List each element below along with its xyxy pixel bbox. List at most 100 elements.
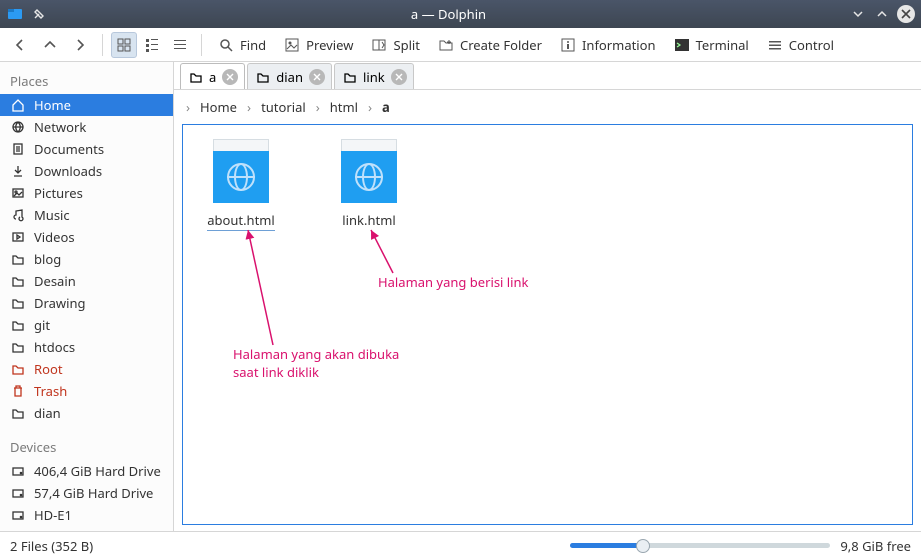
sidebar-item-label: Desain (34, 272, 76, 290)
split-button[interactable]: Split (363, 32, 428, 58)
sidebar-device-item[interactable]: 406,4 GiB Hard Drive (0, 460, 173, 482)
tab-link[interactable]: link (334, 63, 414, 89)
file-name: about.html (207, 211, 275, 231)
status-bar: 2 Files (352 B) 9,8 GiB free (0, 531, 921, 559)
hamburger-icon (767, 37, 783, 53)
sidebar-item-root[interactable]: Root (0, 358, 173, 380)
sidebar-item-htdocs[interactable]: htdocs (0, 336, 173, 358)
split-icon (371, 37, 387, 53)
sidebar-item-documents[interactable]: Documents (0, 138, 173, 160)
sidebar-item-home[interactable]: Home (0, 94, 173, 116)
sidebar-item-music[interactable]: Music (0, 204, 173, 226)
file-item[interactable]: about.html (197, 139, 285, 231)
preview-button[interactable]: Preview (276, 32, 361, 58)
sidebar-device-item[interactable]: 57,4 GiB Hard Drive (0, 482, 173, 504)
maximize-button[interactable] (873, 5, 891, 23)
sidebar-item-label: git (34, 316, 50, 334)
chevron-right-icon: › (184, 98, 192, 116)
preview-icon (284, 37, 300, 53)
drive-icon (10, 507, 26, 523)
drive-icon (10, 485, 26, 501)
search-icon (218, 37, 234, 53)
tab-close-button[interactable] (222, 69, 238, 85)
free-space-text: 9,8 GiB free (840, 537, 911, 555)
sidebar-item-label: Music (34, 206, 70, 224)
pictures-icon (10, 185, 26, 201)
zoom-slider[interactable] (570, 543, 830, 548)
create-folder-button[interactable]: Create Folder (430, 32, 550, 58)
file-view[interactable]: about.html link.html Halaman yang akan di… (182, 124, 913, 525)
information-icon (560, 37, 576, 53)
sidebar-item-label: Root (34, 360, 63, 378)
folder-icon (10, 361, 26, 377)
information-button[interactable]: Information (552, 32, 664, 58)
sidebar-item-videos[interactable]: Videos (0, 226, 173, 248)
tab-label: dian (276, 68, 303, 86)
control-label: Control (789, 36, 834, 54)
sidebar-item-label: Trash (34, 382, 67, 400)
videos-icon (10, 229, 26, 245)
breadcrumb-item[interactable]: Home (194, 96, 243, 118)
close-button[interactable] (897, 5, 915, 23)
sidebar-item-label: blog (34, 250, 61, 268)
status-text: 2 Files (352 B) (10, 537, 93, 555)
sidebar-item-label: 57,4 GiB Hard Drive (34, 484, 153, 502)
terminal-icon (674, 37, 690, 53)
chevron-right-icon: › (245, 98, 253, 116)
sidebar-item-dian[interactable]: dian (0, 402, 173, 424)
minimize-button[interactable] (849, 5, 867, 23)
tab-dian[interactable]: dian (247, 63, 332, 89)
sidebar-item-label: HD-E1 (34, 506, 72, 524)
find-button[interactable]: Find (210, 32, 274, 58)
home-icon (10, 97, 26, 113)
details-view-button[interactable] (167, 32, 193, 58)
icons-view-button[interactable] (111, 32, 137, 58)
annotation-arrow-2 (363, 225, 403, 280)
up-button[interactable] (36, 32, 64, 58)
folder-icon (189, 70, 203, 84)
breadcrumb: ›Home›tutorial›html›a (174, 90, 921, 124)
sidebar-item-trash[interactable]: Trash (0, 380, 173, 402)
sidebar-item-downloads[interactable]: Downloads (0, 160, 173, 182)
folder-icon (10, 295, 26, 311)
sidebar-item-network[interactable]: Network (0, 116, 173, 138)
sidebar-item-git[interactable]: git (0, 314, 173, 336)
back-button[interactable] (6, 32, 34, 58)
annotation-text-1: Halaman yang akan dibuka saat link dikli… (233, 345, 443, 381)
sidebar-item-label: Drawing (34, 294, 86, 312)
forward-button[interactable] (66, 32, 94, 58)
drive-icon (10, 463, 26, 479)
file-item[interactable]: link.html (325, 139, 413, 231)
find-label: Find (240, 36, 266, 54)
breadcrumb-item[interactable]: html (324, 96, 364, 118)
breadcrumb-item[interactable]: tutorial (255, 96, 312, 118)
breadcrumb-item[interactable]: a (376, 96, 396, 118)
tab-close-button[interactable] (309, 69, 325, 85)
tab-label: a (209, 68, 216, 86)
chevron-right-icon: › (314, 98, 322, 116)
window-titlebar: a — Dolphin (0, 0, 921, 28)
folder-icon (343, 70, 357, 84)
information-label: Information (582, 36, 656, 54)
sidebar-item-drawing[interactable]: Drawing (0, 292, 173, 314)
pin-icon[interactable] (30, 5, 48, 23)
sidebar-item-desain[interactable]: Desain (0, 270, 173, 292)
sidebar-item-blog[interactable]: blog (0, 248, 173, 270)
terminal-label: Terminal (696, 36, 749, 54)
tab-close-button[interactable] (391, 69, 407, 85)
sidebar-item-label: Home (34, 96, 71, 114)
terminal-button[interactable]: Terminal (666, 32, 757, 58)
preview-label: Preview (306, 36, 353, 54)
folder-icon (10, 339, 26, 355)
html-file-icon (341, 139, 397, 203)
folder-icon (10, 317, 26, 333)
sidebar-item-pictures[interactable]: Pictures (0, 182, 173, 204)
annotation-text-2: Halaman yang berisi link (378, 273, 528, 291)
compact-view-button[interactable] (139, 32, 165, 58)
tab-a[interactable]: a (180, 63, 245, 89)
network-icon (10, 119, 26, 135)
control-button[interactable]: Control (759, 32, 842, 58)
create-folder-label: Create Folder (460, 36, 542, 54)
tab-label: link (363, 68, 385, 86)
sidebar-device-item[interactable]: HD-E1 (0, 504, 173, 526)
